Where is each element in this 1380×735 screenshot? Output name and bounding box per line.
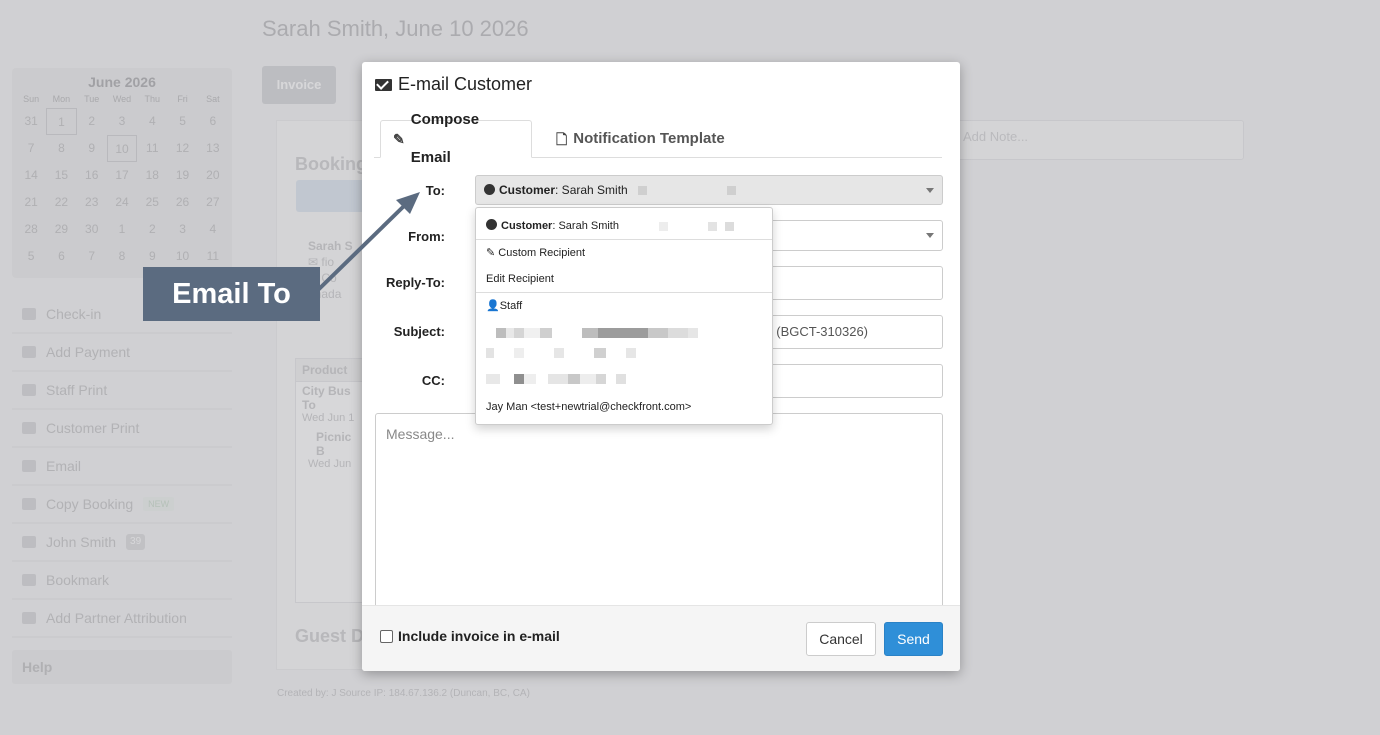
redacted-block	[658, 221, 668, 231]
chevron-down-icon	[926, 233, 934, 238]
dropdown-item-edit-recipient[interactable]: Edit Recipient	[476, 266, 772, 292]
redacted-block	[707, 221, 717, 231]
dropdown-label: Jay Man <test+newtrial@checkfront.com>	[486, 401, 692, 413]
dropdown-item-custom-recipient[interactable]: ✎ Custom Recipient	[476, 240, 772, 266]
chevron-down-icon	[926, 188, 934, 193]
dropdown-label: Custom Recipient	[498, 247, 586, 259]
dropdown-group-staff: 👤Staff	[476, 293, 772, 319]
modal-footer: Include invoice in e-mail Cancel Send	[362, 605, 960, 671]
pencil-icon: ✎	[393, 131, 405, 147]
cancel-button[interactable]: Cancel	[806, 622, 876, 656]
dropdown-item-jay-man[interactable]: Jay Man <test+newtrial@checkfront.com>	[476, 394, 772, 420]
redacted-block	[726, 186, 736, 196]
subject-label: Subject:	[393, 324, 445, 339]
send-button[interactable]: Send	[884, 622, 943, 656]
include-invoice-option[interactable]: Include invoice in e-mail	[380, 628, 560, 644]
modal-title: E-mail Customer	[375, 74, 532, 95]
email-to-callout: Email To	[143, 267, 320, 321]
dropdown-label: Staff	[499, 300, 523, 312]
tab-notification-template[interactable]: 🗋 Notification Template	[544, 120, 737, 158]
to-value-prefix: Customer	[499, 183, 556, 197]
envelope-icon	[375, 78, 392, 91]
reply-to-label: Reply-To:	[386, 275, 445, 290]
dropdown-label: Edit Recipient	[486, 273, 554, 285]
pencil-icon: ✎	[486, 247, 496, 259]
tab-label: Compose Email	[410, 111, 480, 166]
redacted-staff-entry[interactable]	[486, 348, 636, 360]
include-invoice-label: Include invoice in e-mail	[398, 628, 560, 644]
dropdown-item-customer[interactable]: Customer: Sarah Smith	[476, 213, 772, 239]
recipient-dropdown: Customer: Sarah Smith ✎ Custom Recipient…	[475, 207, 773, 425]
to-value-name: : Sarah Smith	[555, 183, 628, 197]
redacted-staff-entry[interactable]	[486, 374, 626, 386]
dropdown-customer-prefix: Customer	[501, 220, 553, 232]
to-select[interactable]: Customer: Sarah Smith	[475, 175, 943, 205]
tab-compose-email[interactable]: ✎ Compose Email	[380, 111, 532, 166]
to-label: To:	[425, 183, 445, 198]
redacted-block	[637, 186, 647, 196]
redacted-staff-entry[interactable]	[496, 328, 698, 340]
modal-tabs: ✎ Compose Email 🗋 Notification Template	[374, 111, 942, 166]
document-icon: 🗋	[556, 131, 568, 147]
user-icon: 👤	[486, 300, 500, 312]
message-textarea[interactable]: Message...	[375, 413, 943, 613]
modal-title-text: E-mail Customer	[398, 74, 533, 94]
redacted-block	[724, 221, 734, 231]
from-label: From:	[408, 229, 445, 244]
globe-icon	[486, 219, 497, 230]
include-invoice-checkbox[interactable]	[380, 629, 393, 643]
cc-label: CC:	[421, 373, 445, 388]
tab-label: Notification Template	[573, 130, 725, 147]
dropdown-customer-name: : Sarah Smith	[552, 220, 619, 232]
globe-icon	[484, 184, 495, 195]
